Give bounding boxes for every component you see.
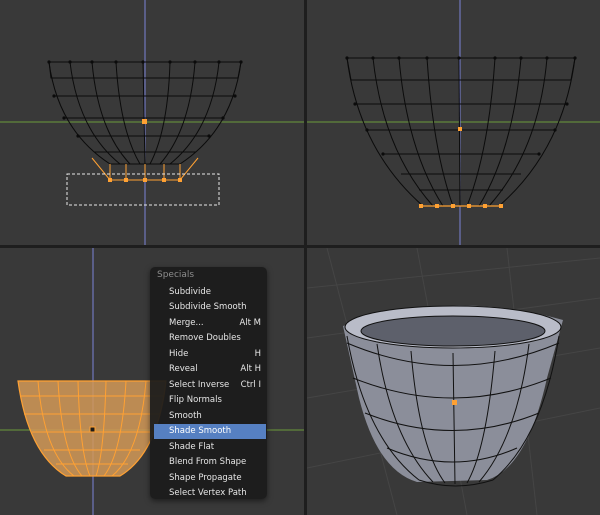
- object-origin: [89, 426, 96, 433]
- menu-item-select-vertex-path[interactable]: Select Vertex Path: [154, 486, 266, 501]
- specials-menu: Specials Subdivide Subdivide Smooth Merg…: [150, 267, 267, 499]
- menu-item-remove-doubles[interactable]: Remove Doubles: [154, 331, 266, 346]
- object-origin: [458, 127, 462, 131]
- menu-item-flip-normals[interactable]: Flip Normals: [154, 393, 266, 408]
- menu-item-hide[interactable]: Hide H: [154, 347, 266, 362]
- viewport-separator-vertical[interactable]: [304, 0, 307, 515]
- object-origin: [142, 119, 147, 124]
- cup-wireframe-top-left: [0, 0, 304, 245]
- menu-item-subdivide[interactable]: Subdivide: [154, 285, 266, 300]
- menu-item-select-inverse[interactable]: Select Inverse Ctrl I: [154, 378, 266, 393]
- cup-shaded-bottom-right: [307, 248, 600, 515]
- menu-item-smooth[interactable]: Smooth: [154, 409, 266, 424]
- viewport-top-right[interactable]: [307, 0, 600, 245]
- viewport-separator-horizontal[interactable]: [0, 245, 600, 248]
- menu-item-shape-propagate[interactable]: Shape Propagate: [154, 471, 266, 486]
- menu-title: Specials: [157, 270, 195, 280]
- cup-wireframe-top-right: [307, 0, 600, 245]
- object-origin: [452, 400, 457, 405]
- menu-item-subdivide-smooth[interactable]: Subdivide Smooth: [154, 300, 266, 315]
- viewport-top-left[interactable]: [0, 0, 304, 245]
- menu-item-reveal[interactable]: Reveal Alt H: [154, 362, 266, 377]
- viewport-bottom-right[interactable]: [307, 248, 600, 515]
- menu-item-shade-flat[interactable]: Shade Flat: [154, 440, 266, 455]
- menu-item-blend-from-shape[interactable]: Blend From Shape: [154, 455, 266, 470]
- menu-item-merge[interactable]: Merge... Alt M: [154, 316, 266, 331]
- menu-item-shade-smooth[interactable]: Shade Smooth: [154, 424, 266, 439]
